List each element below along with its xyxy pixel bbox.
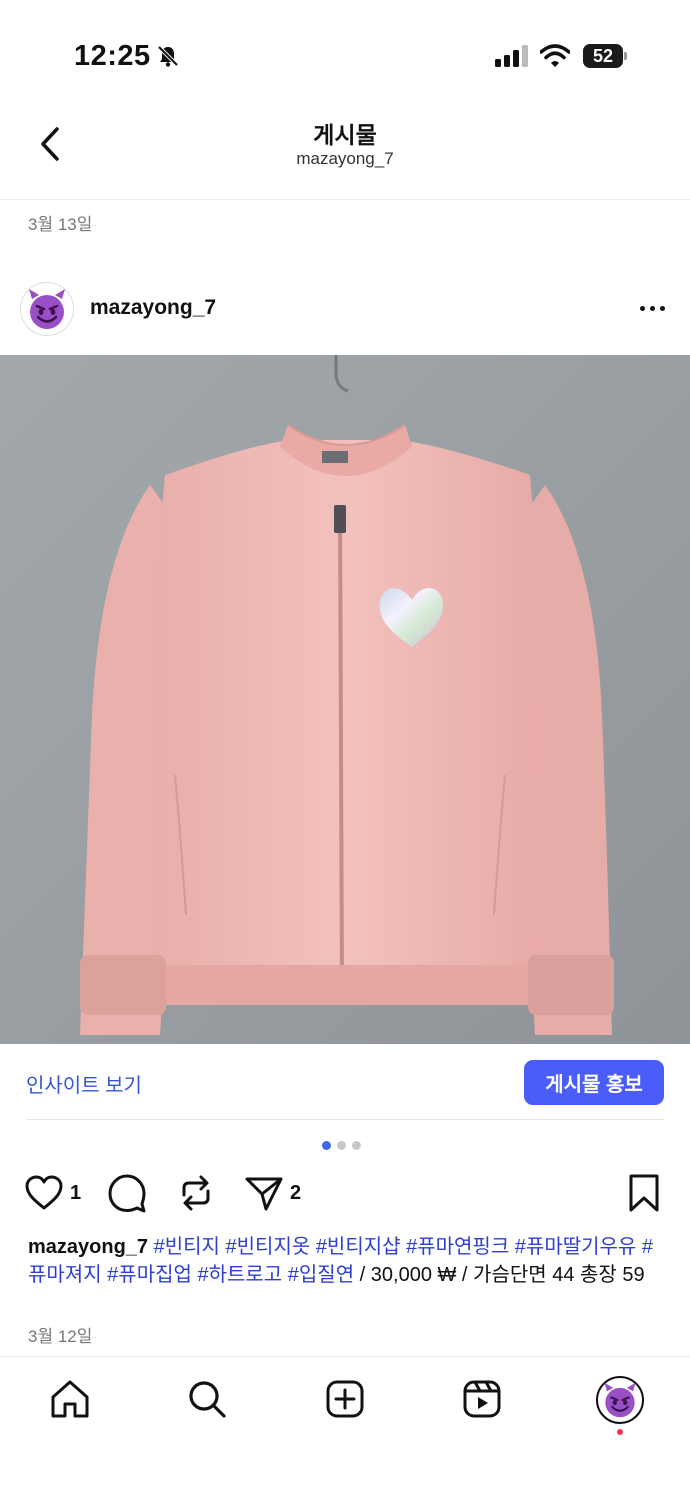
save-button[interactable]: [626, 1170, 662, 1216]
search-icon: [189, 1381, 226, 1418]
pink-track-jacket-photo: [0, 355, 690, 1044]
share-button[interactable]: 2: [244, 1170, 301, 1216]
post-caption: mazayong_7 #빈티지 #빈티지옷 #빈티지샵 #퓨마연핑크 #퓨마딸기…: [28, 1233, 668, 1289]
hashtag-link[interactable]: #빈티지샵: [316, 1236, 401, 1258]
nav-search[interactable]: [185, 1377, 229, 1421]
status-time: 12:25: [74, 40, 151, 72]
nav-home[interactable]: [48, 1377, 92, 1421]
comment-icon: [108, 1174, 146, 1213]
share-count: 2: [290, 1181, 302, 1204]
bottom-nav: [0, 1356, 690, 1500]
hashtag-link[interactable]: #퓨마집업: [107, 1264, 192, 1286]
post-date-top: 3월 13일: [28, 215, 93, 234]
send-icon: [245, 1177, 283, 1211]
post-image[interactable]: [0, 355, 690, 1044]
nav-create[interactable]: [323, 1377, 367, 1421]
smiling-devil-emoji: [604, 1382, 636, 1418]
carousel-dot-active: [322, 1141, 331, 1150]
avatar[interactable]: [20, 282, 74, 336]
carousel-dot: [337, 1141, 346, 1150]
notification-dot: [617, 1429, 623, 1435]
nav-profile-avatar[interactable]: [596, 1376, 644, 1424]
promote-post-button[interactable]: 게시물 홍보: [524, 1060, 664, 1105]
wifi-icon: [539, 44, 571, 73]
hashtag-link[interactable]: #빈티지: [154, 1236, 220, 1258]
post-header: mazayong_7: [0, 280, 690, 340]
view-insights-link[interactable]: 인사이트 보기: [26, 1069, 142, 1098]
repost-icon: [182, 1175, 210, 1211]
heart-icon: [25, 1175, 63, 1210]
battery-level: 52: [583, 44, 623, 68]
like-count: 1: [70, 1181, 82, 1204]
hashtag-link[interactable]: #퓨마연핑크: [406, 1236, 509, 1258]
battery-icon: 52: [583, 44, 627, 68]
carousel-dot: [352, 1141, 361, 1150]
bell-slash-icon: [156, 44, 180, 73]
page-title: 게시물: [313, 122, 377, 148]
hashtag-link[interactable]: #입질연: [288, 1264, 354, 1286]
divider: [26, 1119, 664, 1120]
top-header: 게시물 mazayong_7: [0, 100, 690, 200]
nav-reels[interactable]: [460, 1377, 504, 1421]
comment-button[interactable]: [107, 1170, 147, 1216]
hashtag-link[interactable]: #퓨마딸기우유: [515, 1236, 637, 1258]
caption-text: / 30,000 ₩ / 가슴단면 44 총장 59: [354, 1264, 645, 1286]
hashtag-link[interactable]: #하트로고: [197, 1264, 282, 1286]
carousel-indicator: [322, 1141, 361, 1150]
hashtag-link[interactable]: #빈티지옷: [226, 1236, 311, 1258]
ellipsis-icon[interactable]: [634, 298, 670, 318]
bookmark-icon: [629, 1174, 659, 1212]
post-actions: 1 2: [0, 1170, 690, 1216]
post-date: 3월 12일: [28, 1327, 93, 1346]
home-icon: [51, 1380, 89, 1418]
caption-username[interactable]: mazayong_7: [28, 1236, 148, 1258]
create-icon: [326, 1380, 364, 1418]
status-bar: 12:25 52: [0, 0, 690, 100]
like-button[interactable]: 1: [24, 1170, 81, 1216]
signal-icon: [495, 45, 529, 72]
reels-icon: [463, 1380, 501, 1418]
post-username[interactable]: mazayong_7: [90, 296, 216, 320]
page-subtitle: mazayong_7: [296, 149, 394, 168]
smiling-devil-emoji: [29, 289, 65, 329]
repost-button[interactable]: [176, 1170, 216, 1216]
